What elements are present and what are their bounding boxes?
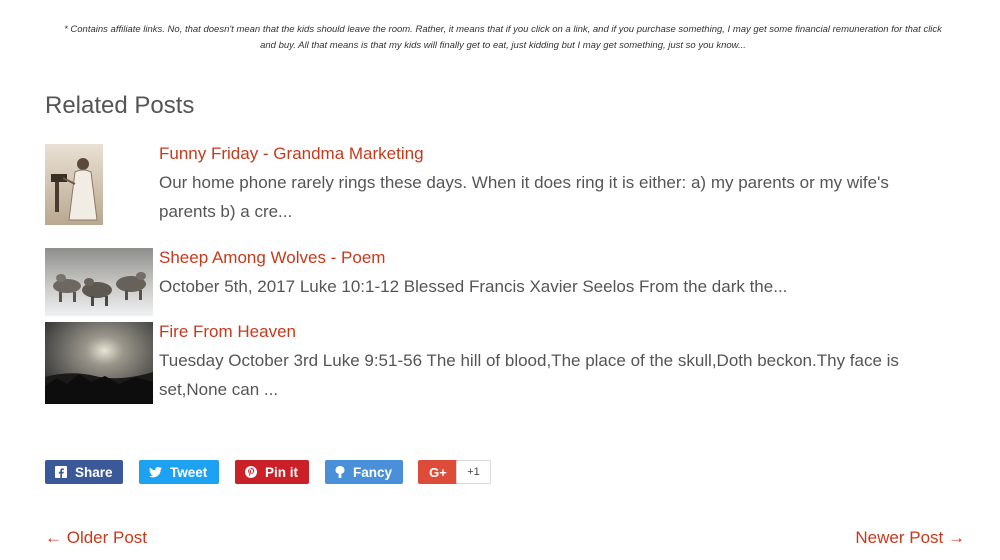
twitter-tweet-button[interactable]: Tweet xyxy=(139,460,219,484)
related-posts-heading: Related Posts xyxy=(45,92,195,119)
google-plus-icon: G+ xyxy=(429,464,447,480)
related-post-title[interactable]: Funny Friday - Grandma Marketing xyxy=(159,144,424,164)
facebook-share-button[interactable]: Share xyxy=(45,460,123,484)
twitter-icon xyxy=(149,466,162,478)
pinterest-icon xyxy=(245,466,257,478)
related-post-excerpt: October 5th, 2017 Luke 10:1-12 Blessed F… xyxy=(159,277,788,296)
fancy-icon xyxy=(335,466,345,478)
related-post-excerpt: Tuesday October 3rd Luke 9:51-56 The hil… xyxy=(159,351,899,399)
related-post-title[interactable]: Sheep Among Wolves - Poem xyxy=(159,248,385,268)
newer-post-link[interactable]: Newer Post → xyxy=(855,528,965,548)
pinterest-pin-button[interactable]: Pin it xyxy=(235,460,309,484)
affiliate-disclaimer: * Contains affiliate links. No, that doe… xyxy=(40,22,966,54)
google-plus-button[interactable]: G+ xyxy=(418,460,458,484)
google-plus-count: +1 xyxy=(456,460,491,484)
post-thumbnail[interactable] xyxy=(45,322,153,404)
older-post-link[interactable]: ← Older Post xyxy=(45,528,147,548)
pinterest-pin-label: Pin it xyxy=(265,464,298,480)
related-post-title[interactable]: Fire From Heaven xyxy=(159,322,296,342)
fancy-button[interactable]: Fancy xyxy=(325,460,403,484)
twitter-tweet-label: Tweet xyxy=(170,464,208,480)
facebook-share-label: Share xyxy=(75,464,113,480)
fancy-label: Fancy xyxy=(353,464,393,480)
related-post-excerpt: Our home phone rarely rings these days. … xyxy=(159,173,889,221)
facebook-icon xyxy=(55,466,67,478)
post-thumbnail[interactable] xyxy=(45,144,103,225)
disclaimer-line-2: and buy. All that means is that my kids … xyxy=(260,40,746,51)
post-thumbnail[interactable] xyxy=(45,248,153,316)
disclaimer-line-1: * Contains affiliate links. No, that doe… xyxy=(64,24,942,35)
